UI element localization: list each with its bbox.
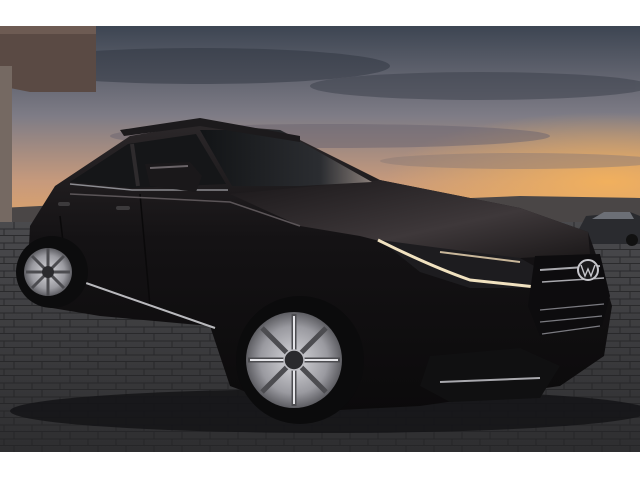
front-wheel [236, 296, 364, 424]
car-photo [0, 26, 640, 452]
door-handle-front [116, 206, 130, 210]
rear-wheel [16, 236, 88, 308]
car-scene [0, 26, 640, 452]
door-handle-rear [58, 202, 70, 206]
image-frame [0, 0, 640, 480]
